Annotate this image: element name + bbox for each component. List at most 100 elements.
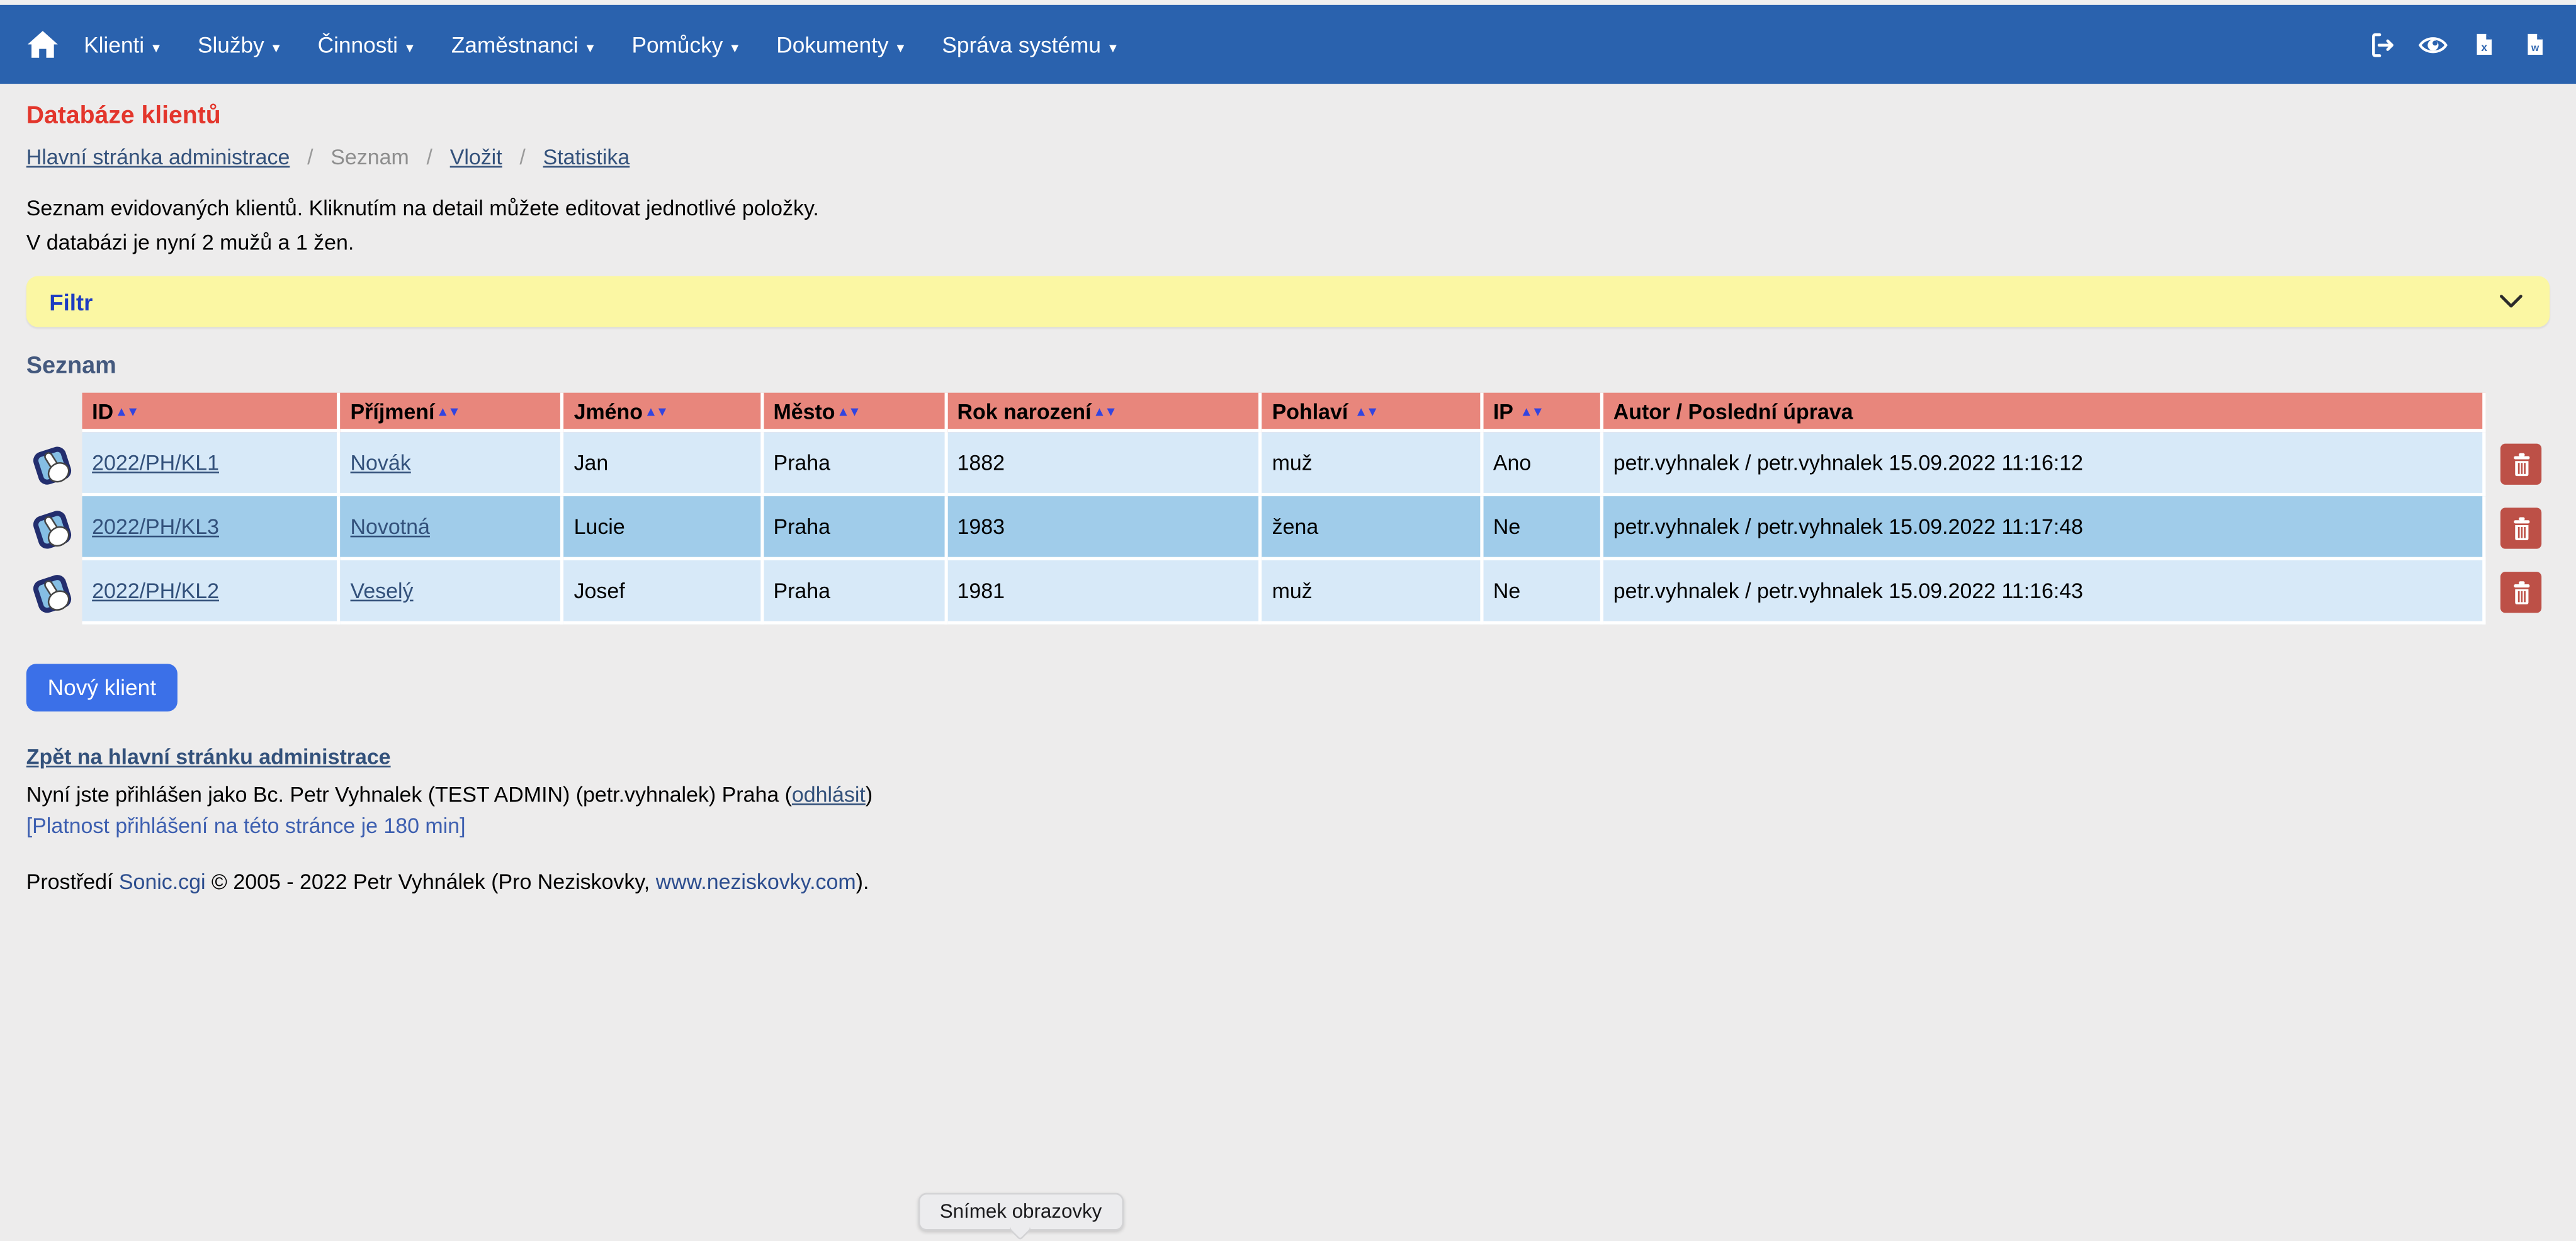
home-button[interactable] xyxy=(26,28,59,60)
sort-icons[interactable]: ▲▼ xyxy=(1093,404,1116,418)
client-ip: Ano xyxy=(1493,450,1531,475)
client-name: Jan xyxy=(574,450,609,475)
nav-item-sluzby[interactable]: Služby ▾ xyxy=(198,32,280,57)
client-ip: Ne xyxy=(1493,579,1520,603)
column-label: Město xyxy=(773,399,835,423)
export-word-icon[interactable]: w xyxy=(2520,30,2550,59)
client-ip: Ne xyxy=(1493,514,1520,539)
nav-item-zamestnanci[interactable]: Zaměstnanci ▾ xyxy=(451,32,594,57)
trash-icon xyxy=(2506,577,2536,607)
breadcrumb-link-statistika[interactable]: Statistika xyxy=(543,145,630,169)
chevron-down-icon[interactable] xyxy=(2495,286,2527,317)
nav-item-sprava-systemu[interactable]: Správa systému ▾ xyxy=(942,32,1116,57)
logout-icon[interactable] xyxy=(2368,30,2397,59)
copyright-text: ). xyxy=(856,870,869,894)
client-surname-link[interactable]: Novák xyxy=(351,450,411,475)
delete-button[interactable] xyxy=(2500,572,2541,613)
nav-item-label: Pomůcky xyxy=(631,32,723,57)
breadcrumb-separator: / xyxy=(307,145,313,169)
column-header-autor: Autor / Poslední úprava xyxy=(1603,393,2485,433)
logout-link[interactable]: odhlásit xyxy=(792,782,866,807)
nav-item-klienti[interactable]: Klienti ▾ xyxy=(84,32,160,57)
breadcrumb: Hlavní stránka administrace / Seznam / V… xyxy=(26,145,2550,169)
sort-icons[interactable]: ▲▼ xyxy=(837,404,859,418)
new-client-button[interactable]: Nový klient xyxy=(26,664,178,711)
list-heading: Seznam xyxy=(26,353,2550,380)
sort-icons[interactable]: ▲▼ xyxy=(115,404,138,418)
client-city: Praha xyxy=(773,450,830,475)
nav-item-label: Zaměstnanci xyxy=(451,32,579,57)
icon-column-spacer xyxy=(26,393,82,433)
detail-hand-icon[interactable] xyxy=(26,439,77,490)
column-header-pohlavi[interactable]: Pohlaví▲▼ xyxy=(1262,393,1483,433)
detail-hand-icon[interactable] xyxy=(26,567,77,618)
column-header-rok-narozeni[interactable]: Rok narození▲▼ xyxy=(947,393,1262,433)
chevron-down-icon: ▾ xyxy=(587,38,594,57)
client-id-link[interactable]: 2022/PH/KL1 xyxy=(92,450,219,475)
column-header-jmeno[interactable]: Jméno▲▼ xyxy=(564,393,764,433)
column-label: Autor / Poslední úprava xyxy=(1613,399,1853,423)
trash-icon xyxy=(2506,514,2536,543)
client-gender: žena xyxy=(1272,514,1319,539)
client-id-link[interactable]: 2022/PH/KL2 xyxy=(92,579,219,603)
client-gender: muž xyxy=(1272,450,1313,475)
login-status-suffix: ) xyxy=(866,782,873,807)
breadcrumb-separator: / xyxy=(519,145,525,169)
chevron-down-icon: ▾ xyxy=(897,38,905,57)
column-label: Příjmení xyxy=(351,399,435,423)
sonic-cgi-link[interactable]: Sonic.cgi xyxy=(119,870,206,894)
home-icon xyxy=(26,28,59,60)
main-navbar: Klienti ▾ Služby ▾ Činnosti ▾ Zaměstnanc… xyxy=(0,5,2576,84)
eye-icon[interactable] xyxy=(2418,30,2448,59)
nav-item-label: Klienti xyxy=(84,32,144,57)
client-name: Lucie xyxy=(574,514,625,539)
back-to-admin-link[interactable]: Zpět na hlavní stránku administrace xyxy=(26,744,391,769)
client-author: petr.vyhnalek / petr.vyhnalek 15.09.2022… xyxy=(1613,579,2083,603)
nav-item-dokumenty[interactable]: Dokumenty ▾ xyxy=(776,32,904,57)
breadcrumb-link-admin-home[interactable]: Hlavní stránka administrace xyxy=(26,145,290,169)
client-surname-link[interactable]: Veselý xyxy=(351,579,414,603)
table-header-row: ID▲▼ Příjmení▲▼ Jméno▲▼ Město▲▼ Rok naro… xyxy=(26,393,2550,433)
chevron-down-icon: ▾ xyxy=(273,38,280,57)
client-name: Josef xyxy=(574,579,625,603)
delete-button[interactable] xyxy=(2500,444,2541,485)
session-validity-note: [Platnost přihlášení na této stránce je … xyxy=(26,810,2550,842)
client-surname-link[interactable]: Novotná xyxy=(351,514,430,539)
chevron-down-icon: ▾ xyxy=(1109,38,1117,57)
client-author: petr.vyhnalek / petr.vyhnalek 15.09.2022… xyxy=(1613,514,2083,539)
nav-item-label: Dokumenty xyxy=(776,32,888,57)
column-header-id[interactable]: ID▲▼ xyxy=(82,393,340,433)
client-author: petr.vyhnalek / petr.vyhnalek 15.09.2022… xyxy=(1613,450,2083,475)
sort-icons[interactable]: ▲▼ xyxy=(645,404,667,418)
login-status-text: Nyní jste přihlášen jako Bc. Petr Vyhnal… xyxy=(26,782,792,807)
window-edge xyxy=(0,0,2576,5)
copyright-line: Prostředí Sonic.cgi © 2005 - 2022 Petr V… xyxy=(26,870,2550,894)
column-header-mesto[interactable]: Město▲▼ xyxy=(764,393,947,433)
client-id-link[interactable]: 2022/PH/KL3 xyxy=(92,514,219,539)
action-column-spacer xyxy=(2485,393,2550,433)
login-status: Nyní jste přihlášen jako Bc. Petr Vyhnal… xyxy=(26,779,2550,810)
neziskovky-link[interactable]: www.neziskovky.com xyxy=(656,870,856,894)
table-row: 2022/PH/KL3 Novotná Lucie Praha 1983 žen… xyxy=(26,496,2550,560)
client-city: Praha xyxy=(773,514,830,539)
sort-icons[interactable]: ▲▼ xyxy=(1355,404,1377,418)
nav-item-cinnosti[interactable]: Činnosti ▾ xyxy=(318,32,414,57)
filter-label: Filtr xyxy=(49,288,93,315)
description-line-2: V databázi je nyní 2 mužů a 1 žen. xyxy=(26,225,2550,260)
client-city: Praha xyxy=(773,579,830,603)
sort-icons[interactable]: ▲▼ xyxy=(436,404,459,418)
page: Klienti ▾ Služby ▾ Činnosti ▾ Zaměstnanc… xyxy=(0,0,2576,1239)
column-header-prijmeni[interactable]: Příjmení▲▼ xyxy=(341,393,564,433)
page-description: Seznam evidovaných klientů. Kliknutím na… xyxy=(26,191,2550,260)
detail-hand-icon[interactable] xyxy=(26,503,77,554)
breadcrumb-link-vlozit[interactable]: Vložit xyxy=(450,145,502,169)
table-row: 2022/PH/KL2 Veselý Josef Praha 1981 muž … xyxy=(26,560,2550,625)
export-excel-icon[interactable]: x xyxy=(2469,30,2499,59)
nav-item-pomucky[interactable]: Pomůcky ▾ xyxy=(631,32,738,57)
svg-text:x: x xyxy=(2481,41,2487,54)
column-header-ip[interactable]: IP▲▼ xyxy=(1483,393,1603,433)
delete-button[interactable] xyxy=(2500,507,2541,548)
column-label: Jméno xyxy=(574,399,643,423)
sort-icons[interactable]: ▲▼ xyxy=(1520,404,1542,418)
filter-accordion[interactable]: Filtr xyxy=(26,276,2550,327)
